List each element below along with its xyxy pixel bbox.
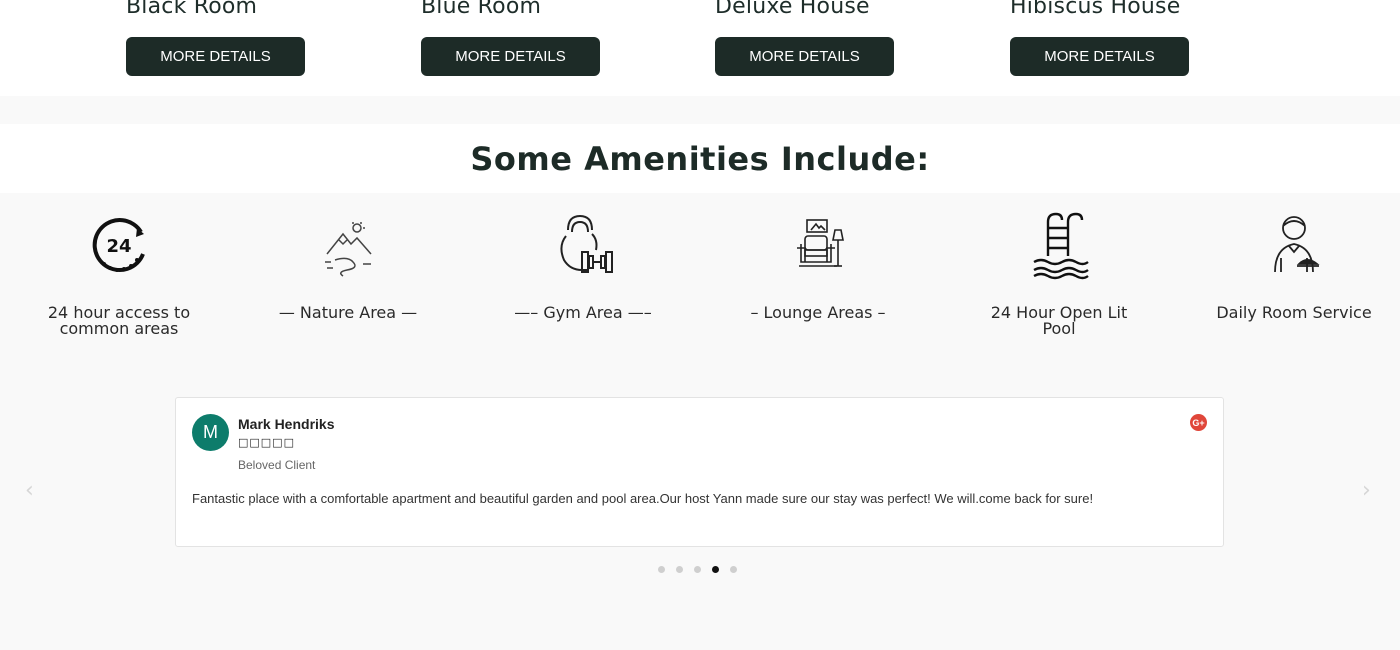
google-plus-icon[interactable]: G+ bbox=[1190, 414, 1207, 431]
carousel-dot-active[interactable] bbox=[712, 566, 719, 573]
room-name: Black Room bbox=[126, 0, 258, 19]
amenities-header: Some Amenities Include: bbox=[0, 124, 1400, 193]
more-details-button[interactable]: MORE DETAILS bbox=[126, 37, 305, 76]
amenity-label: 24 Hour Open Lit Pool bbox=[990, 303, 1128, 338]
amenities-title: Some Amenities Include: bbox=[470, 139, 930, 178]
mountain-river-icon bbox=[325, 222, 372, 277]
more-details-button[interactable]: MORE DETAILS bbox=[715, 37, 894, 76]
avatar: M bbox=[192, 414, 229, 451]
carousel-dot[interactable] bbox=[658, 566, 665, 573]
amenity-label: Daily Room Service bbox=[1216, 303, 1372, 322]
amenity-label: —– Gym Area —– bbox=[514, 303, 652, 322]
review-card: M Mark Hendriks □□□□□ Beloved Client G+ … bbox=[175, 397, 1224, 547]
reviewer-name: Mark Hendriks bbox=[238, 416, 335, 432]
amenity-label: – Lounge Areas – bbox=[750, 303, 886, 322]
star-rating: □□□□□ bbox=[238, 436, 295, 449]
room-name: Deluxe House bbox=[715, 0, 870, 19]
room-name: Hibiscus House bbox=[1010, 0, 1181, 19]
carousel-next-arrow[interactable]: › bbox=[1362, 478, 1371, 503]
amenity-label: — Nature Area — bbox=[278, 303, 418, 322]
rooms-section: Black Room MORE DETAILS Blue Room MORE D… bbox=[0, 0, 1400, 96]
carousel-dot[interactable] bbox=[694, 566, 701, 573]
24-hour-icon: 24 bbox=[92, 218, 145, 272]
pool-ladder-icon bbox=[1033, 212, 1089, 280]
carousel-dot[interactable] bbox=[676, 566, 683, 573]
review-text: Fantastic place with a comfortable apart… bbox=[192, 491, 1094, 506]
more-details-button[interactable]: MORE DETAILS bbox=[1010, 37, 1189, 76]
armchair-lamp-icon bbox=[797, 219, 844, 267]
amenity-label: 24 hour access to common areas bbox=[47, 303, 191, 338]
reviewer-role: Beloved Client bbox=[238, 458, 316, 472]
kettlebell-dumbbell-icon bbox=[560, 214, 613, 273]
carousel-dots bbox=[658, 566, 737, 573]
room-service-waiter-icon bbox=[1274, 216, 1320, 273]
room-name: Blue Room bbox=[421, 0, 542, 19]
carousel-dot[interactable] bbox=[730, 566, 737, 573]
more-details-button[interactable]: MORE DETAILS bbox=[421, 37, 600, 76]
carousel-prev-arrow[interactable]: ‹ bbox=[25, 478, 34, 503]
svg-text:24: 24 bbox=[106, 236, 131, 257]
